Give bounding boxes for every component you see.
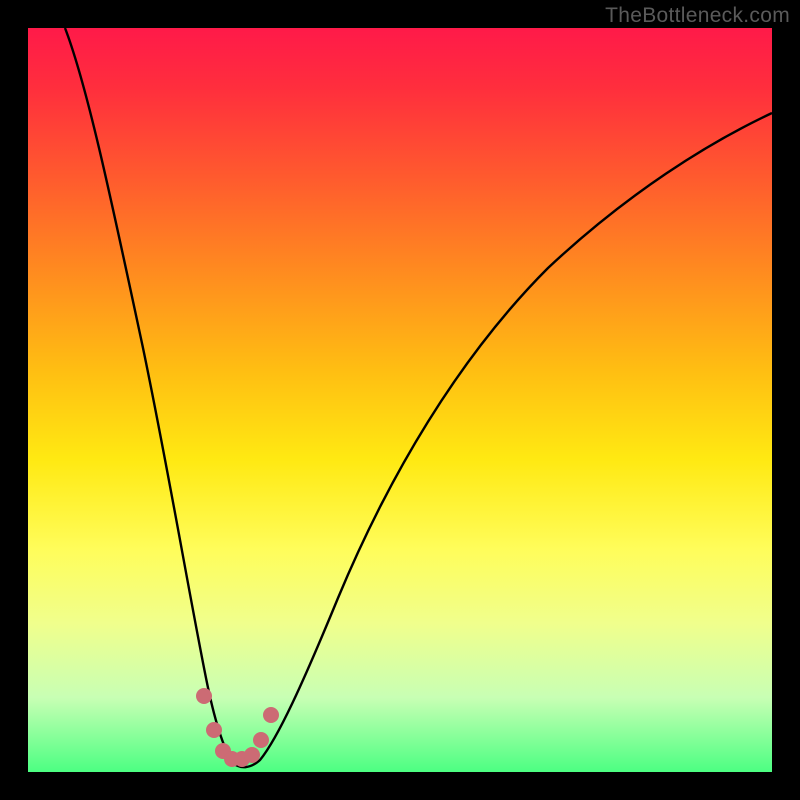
bottleneck-curve: [65, 28, 772, 767]
chart-container: TheBottleneck.com: [0, 0, 800, 800]
marker-dots: [196, 688, 279, 767]
watermark-label: TheBottleneck.com: [605, 4, 790, 28]
chart-svg: [28, 28, 772, 772]
plot-area: [28, 28, 772, 772]
